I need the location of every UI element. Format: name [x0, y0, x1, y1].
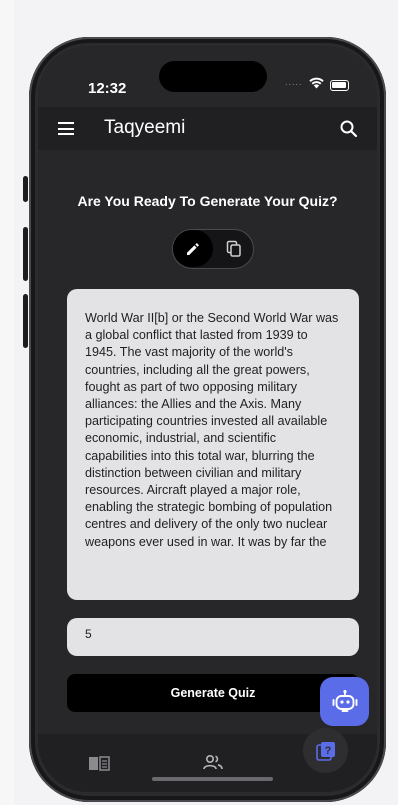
- source-text-input[interactable]: World War II[b] or the Second World War …: [67, 289, 359, 600]
- app-bar: Taqyeemi: [38, 107, 377, 150]
- battery-icon: [330, 80, 349, 91]
- menu-icon[interactable]: [58, 122, 74, 135]
- home-indicator: [152, 777, 273, 781]
- dynamic-island: [159, 61, 267, 92]
- bottom-navigation: ?: [38, 728, 377, 792]
- status-time: 12:32: [88, 80, 127, 97]
- phone-volume-up: [23, 227, 28, 281]
- robot-icon: [332, 689, 357, 712]
- page-heading: Are You Ready To Generate Your Quiz?: [77, 193, 338, 209]
- copy-icon: [226, 240, 241, 257]
- quiz-nav-button[interactable]: ?: [303, 728, 348, 773]
- edit-icon: [187, 242, 199, 255]
- edit-mode-button[interactable]: [173, 230, 213, 267]
- phone-side-button: [23, 176, 28, 202]
- phone-screen: 12:32 ..... Taqyeemi Are You Ready To Ge…: [38, 46, 377, 792]
- phone-volume-down: [23, 294, 28, 348]
- background-strip: [0, 0, 14, 805]
- app-title: Taqyeemi: [104, 117, 186, 138]
- input-mode-toggle[interactable]: [172, 229, 254, 269]
- chatbot-button[interactable]: [320, 677, 369, 726]
- quiz-icon: ?: [315, 741, 335, 761]
- search-icon[interactable]: [338, 118, 360, 140]
- copy-mode-button[interactable]: [217, 230, 251, 267]
- question-count-input[interactable]: 5: [67, 618, 359, 656]
- wifi-icon: [309, 77, 324, 89]
- people-icon[interactable]: [203, 754, 223, 771]
- book-icon[interactable]: [88, 755, 110, 772]
- signal-icon: .....: [285, 77, 303, 87]
- svg-text:?: ?: [324, 745, 331, 757]
- generate-quiz-button[interactable]: Generate Quiz: [67, 674, 359, 712]
